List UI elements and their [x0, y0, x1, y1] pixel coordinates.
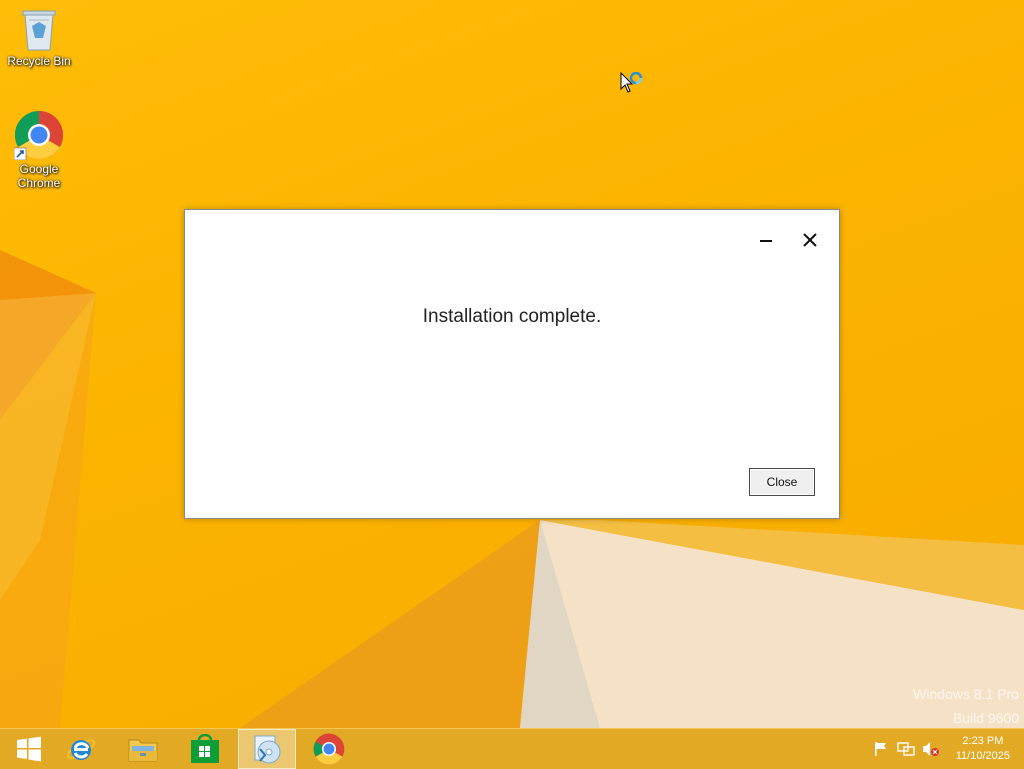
- store-icon: [191, 734, 219, 763]
- windows-logo-icon: [17, 736, 41, 762]
- close-icon: [803, 233, 817, 247]
- clock-time: 2:23 PM: [962, 735, 1004, 747]
- network-icon[interactable]: [897, 741, 915, 757]
- watermark-edition: Windows 8.1 Pro: [913, 686, 1019, 702]
- google-chrome-shortcut[interactable]: Google Chrome: [1, 110, 77, 190]
- clock-date: 11/10/2025: [955, 750, 1010, 762]
- file-explorer-icon: [128, 739, 158, 762]
- chrome-icon: [313, 733, 345, 765]
- store-button[interactable]: [176, 729, 234, 769]
- chrome-taskbar-button[interactable]: [300, 729, 358, 769]
- close-button[interactable]: Close: [749, 468, 815, 496]
- installer-dialog: Installation complete. Close: [184, 209, 840, 519]
- windows-version-watermark: Windows 8.1 Pro: [913, 686, 1019, 702]
- minimize-icon: [760, 240, 772, 242]
- recycle-bin-shortcut[interactable]: Recycle Bin: [1, 6, 77, 68]
- watermark-build: Build 9600: [952, 710, 1019, 726]
- installer-disc-icon: [254, 735, 281, 764]
- file-explorer-button[interactable]: [114, 729, 172, 769]
- internet-explorer-icon: [66, 739, 96, 760]
- internet-explorer-button[interactable]: [52, 729, 110, 769]
- speaker-muted-icon[interactable]: [922, 741, 940, 757]
- installer-taskbar-button[interactable]: [238, 729, 296, 769]
- clock[interactable]: 2:23 PM 11/10/2025: [956, 734, 1010, 764]
- busy-cursor-icon: [620, 72, 643, 93]
- desktop: Recycle Bin Google Chrome Windows 8.1 Pr…: [0, 0, 1024, 728]
- start-button[interactable]: [0, 729, 58, 769]
- recycle-bin-label: Recycle Bin: [7, 54, 71, 68]
- flag-icon[interactable]: [873, 741, 889, 757]
- close-window-button[interactable]: [795, 226, 825, 254]
- installation-message: Installation complete.: [422, 306, 602, 327]
- chrome-icon: [14, 110, 64, 160]
- google-chrome-label: Google Chrome: [17, 162, 61, 190]
- minimize-button[interactable]: [751, 226, 781, 254]
- taskbar: 2:23 PM 11/10/2025: [0, 728, 1024, 769]
- recycle-bin-icon: [22, 10, 56, 51]
- windows-build-watermark: Build 9600: [953, 710, 1019, 726]
